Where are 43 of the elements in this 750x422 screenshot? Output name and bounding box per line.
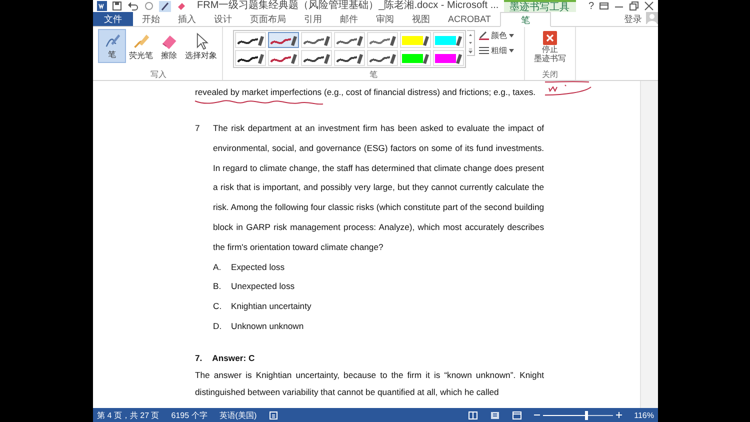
question-text: The risk department at an investment firm has been asked to evaluate the impact of environmental, social, and governance (ESG) factors on some of its fund investments. In regard to climate change, the staff has determined that climate change does present a risk that is important, and possibly very large, but they cannot currently calculate the risk. Among the following four classic risks (which constitute part of the second building block in GARP risk management process: Analyze), which most accurately describes the firm's orientation toward climate change?	[213, 122, 544, 254]
ribbon-tab[interactable]: 引用	[295, 12, 331, 26]
pen-weight-button[interactable]: 粗细	[479, 45, 514, 56]
ribbon-tab[interactable]: 笔	[500, 12, 551, 27]
answer-heading: Answer: C	[212, 352, 255, 365]
option-letter: D.	[213, 320, 223, 333]
ribbon-tab[interactable]: 审阅	[367, 12, 403, 26]
highlighter-tool-button[interactable]: 荧光笔	[127, 29, 155, 63]
window-title: FRM一级习题集经典题（风险管理基础）_陈老湘.docx - Microsoft ...	[197, 0, 499, 12]
option-letter: A.	[213, 260, 222, 274]
answer-number: 7.	[195, 352, 202, 365]
word-count[interactable]: 6195 个字	[171, 410, 208, 420]
ribbon-tab[interactable]: 页面布局	[241, 12, 295, 26]
pen-tool-button[interactable]: 笔	[98, 29, 126, 63]
ribbon-tab[interactable]: ACROBAT	[439, 12, 500, 26]
group-label: 写入	[150, 69, 168, 80]
stop-inking-button[interactable]: 停止 墨迹书写	[528, 29, 572, 65]
option-text: Unexpected loss	[231, 280, 295, 294]
language-indicator[interactable]: 英语(美国)	[219, 410, 257, 420]
select-tool-button[interactable]: 选择对象	[183, 29, 219, 63]
group-label: 关闭	[541, 69, 559, 80]
option-letter: B.	[213, 280, 222, 294]
option-text: Unknown unknown	[231, 320, 304, 333]
answer-text: The answer is Knightian uncertainty, because to the firm it is “known unknown”. Knight distinguished between variability that cannot be quantified at all, which he called	[195, 368, 544, 399]
ribbon-tab[interactable]: 插入	[169, 12, 205, 26]
pen-color-button[interactable]: 颜色	[479, 30, 514, 41]
group-label: 笔	[368, 69, 378, 80]
option-text: Expected loss	[231, 260, 285, 274]
zoom-level[interactable]: 116%	[634, 410, 654, 420]
contextual-tab-label: 墨迹书写工具	[504, 0, 576, 12]
ribbon-tab[interactable]: 开始	[133, 12, 169, 26]
sign-in-link[interactable]: 登录	[620, 12, 646, 26]
ribbon-tab[interactable]: 视图	[403, 12, 439, 26]
option-text: Knightian uncertainty	[231, 300, 312, 314]
help-button[interactable]: ?	[588, 0, 594, 12]
option-letter: C.	[213, 300, 223, 314]
eraser-tool-button[interactable]: 擦除	[156, 29, 182, 63]
ribbon-tab[interactable]: 邮件	[331, 12, 367, 26]
ribbon-tab[interactable]: 设计	[205, 12, 241, 26]
page-count[interactable]: 第 4 页，共 27 页	[97, 410, 160, 420]
file-tab[interactable]: 文件	[93, 12, 133, 26]
paragraph-text: revealed by market imperfections (e.g., cost of financial distress) and frictions; e.g., taxes.	[195, 86, 537, 99]
question-number: 7	[195, 122, 201, 135]
